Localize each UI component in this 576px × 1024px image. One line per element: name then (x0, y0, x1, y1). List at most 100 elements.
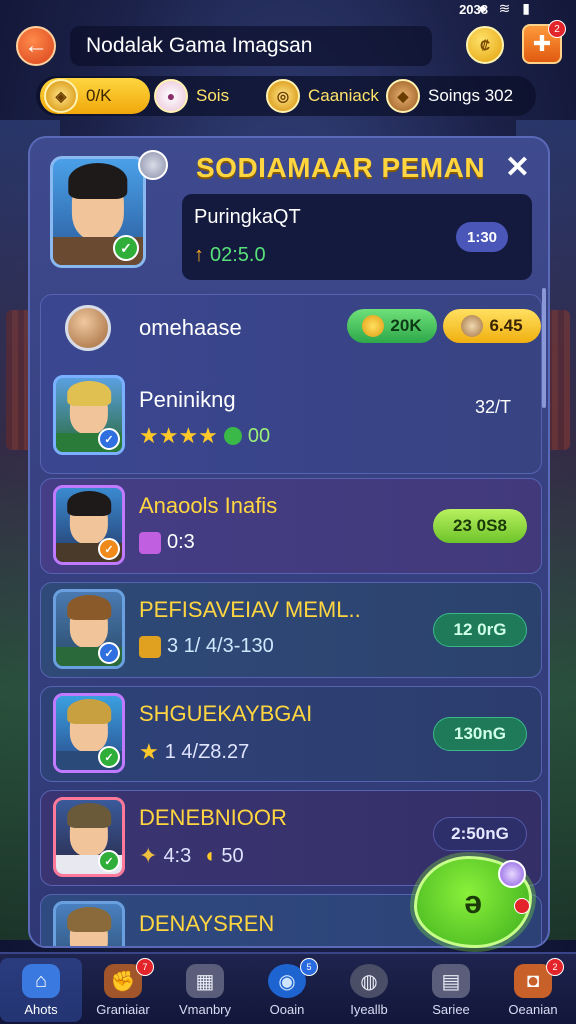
panel-title: SODIAMAAR PEMAN (196, 152, 486, 183)
nav-item-vmanbry[interactable]: ▦ Vmanbry (164, 958, 246, 1022)
coin-icon: ◈ (44, 79, 78, 113)
star-rating-icon: ★★★★ (139, 423, 218, 448)
back-arrow-icon: ← (24, 32, 48, 59)
status-bar: 2038 ● ≋ ▮ (0, 0, 576, 18)
player-stats: ★ 1 4/Z8.27 (139, 739, 249, 765)
verified-check-icon: ✓ (98, 642, 120, 664)
header: ← Nodalak Gama Imagsan ₡ ✚ 2 (0, 20, 576, 70)
status-icons: ● ≋ ▮ (478, 0, 534, 16)
player-sub-value: 3 1/ 4/3-130 (167, 635, 274, 657)
leaderboard-panel: ✓ SODIAMAAR PEMAN ✕ PuringkaQT ↑ 02:5.0 1… (28, 136, 550, 948)
player-avatar: ✓ (53, 693, 125, 773)
player-score-pill[interactable]: 12 0rG (433, 613, 527, 647)
nav-item-graniaiar[interactable]: ✊ 7 Graniaiar (82, 958, 164, 1022)
player-avatar[interactable]: ✓ (53, 375, 125, 455)
profile-stat-value: 02:5.0 (210, 244, 266, 266)
close-button[interactable]: ✕ (505, 150, 530, 185)
verified-check-icon: ✓ (98, 850, 120, 872)
list-header-label: omehaase (139, 315, 242, 340)
player-name: DENAYSREN (139, 911, 275, 936)
currency-label: Soings 302 (428, 86, 514, 105)
nav-item-ooain[interactable]: ◉ 5 Ooain (246, 958, 328, 1022)
nav-label: Ahots (24, 1002, 58, 1017)
gift-notification-badge: 2 (548, 20, 566, 38)
flame-icon: ◖ (203, 844, 216, 867)
player-avatar: ✓ (53, 797, 125, 877)
nav-label: Iyeallb (350, 1002, 388, 1017)
nav-label: Vmanbry (178, 1002, 232, 1017)
player-name: Peninikng (139, 387, 236, 412)
nav-label: Ooain (269, 1002, 305, 1017)
verified-check-icon: ✓ (98, 428, 120, 450)
nav-item-sariee[interactable]: ▤ Sariee (410, 958, 492, 1022)
home-icon: ⌂ (22, 964, 60, 998)
nav-badge: 2 (546, 958, 564, 976)
nav-label: Oeanian (508, 1002, 558, 1017)
nav-item-oeanian[interactable]: ◘ 2 Oeanian (492, 958, 574, 1022)
player-sub-value: 1 4/Z8.27 (164, 740, 250, 763)
page-title: Nodalak Gama Imagsan (70, 26, 432, 66)
nav-item-ahots[interactable]: ⌂ Ahots (0, 958, 82, 1022)
currency-item-okay[interactable]: ◈ 0/K (40, 78, 150, 114)
player-name: Anaools Inafis (139, 493, 278, 518)
profile-summary: PuringkaQT ↑ 02:5.0 1:30 (182, 194, 532, 280)
gold-star-icon: ✦ (139, 843, 158, 868)
profile-rank-pill[interactable]: 1:30 (456, 222, 508, 252)
coin-icon: ₡ (479, 37, 491, 53)
player-score-pill[interactable]: 23 0S8 (433, 509, 527, 543)
panel-scrollbar[interactable] (542, 288, 546, 408)
currency-item-soings[interactable]: ◆ Soings 302 (386, 78, 513, 114)
nav-item-iyeallb[interactable]: ◍ Iyeallb (328, 958, 410, 1022)
ball-icon: ◍ (350, 964, 388, 998)
profile-stat: ↑ 02:5.0 (194, 244, 266, 267)
gem-icon (139, 531, 161, 554)
currency-bar: ◈ 0/K ● Sois ◎ Caaniack ◆ Soings 302 (36, 76, 536, 116)
grid-icon: ▦ (186, 964, 224, 998)
player-score-pill[interactable]: 130nG (433, 717, 527, 751)
profile-avatar[interactable]: ✓ (50, 156, 146, 268)
currency-label: Sois (196, 86, 230, 105)
reward-pill-green[interactable]: 20K (347, 309, 437, 343)
bowl-icon (461, 315, 484, 337)
player-avatar: ✓ (53, 589, 125, 669)
notification-dot (514, 898, 530, 914)
reward-pill-yellow[interactable]: 6.45 (443, 309, 541, 343)
verified-check-icon: ✓ (98, 746, 120, 768)
gold-coin-icon: ◎ (266, 79, 300, 113)
player-sub-value: 4:3 (163, 844, 192, 867)
profile-name: PuringkaQT (194, 206, 301, 228)
gift-button[interactable]: ✚ 2 (522, 20, 566, 64)
coin-button[interactable]: ₡ (466, 26, 504, 64)
player-row[interactable]: ✓ SHGUEKAYBGAI ★ 1 4/Z8.27 130nG (40, 686, 542, 782)
player-row[interactable]: ✓ Anaools Inafis 0:3 23 0S8 (40, 478, 542, 574)
nav-label: Sariee (432, 1002, 470, 1017)
player-score: 32/T (474, 397, 511, 417)
player-stats: 3 1/ 4/3-130 (139, 635, 274, 658)
star-icon: ★ (139, 739, 159, 764)
player-sub-value: 00 (247, 424, 271, 447)
back-button[interactable]: ← (16, 26, 56, 66)
crate-icon (139, 635, 161, 658)
list-header-row: omehaase 20K 6.45 ✓ Peninikng ★★★★ 00 32… (40, 294, 542, 474)
nav-label: Graniaiar (96, 1002, 150, 1017)
currency-label: 0/K (86, 86, 112, 105)
player-score-pill[interactable]: 2:50nG (433, 817, 527, 851)
player-stats: ★★★★ 00 (139, 423, 270, 449)
gift-icon: ✚ (532, 31, 552, 56)
player-stats: 0:3 (139, 531, 195, 554)
currency-item-caaniack[interactable]: ◎ Caaniack (266, 78, 379, 114)
card-icon: ▤ (432, 964, 470, 998)
player-row[interactable]: ✓ PEFISAVEIAV MEML.. 3 1/ 4/3-130 12 0rG (40, 582, 542, 678)
bottom-navigation: ⌂ Ahots ✊ 7 Graniaiar ▦ Vmanbry ◉ 5 Ooai… (0, 952, 576, 1024)
player-sub-value: 0:3 (167, 531, 195, 553)
player-avatar: ✓ (53, 485, 125, 565)
player-name: DENEBNIOOR (139, 805, 287, 830)
player-name: PEFISAVEIAV MEML.. (139, 597, 361, 622)
mascot-icon: ● (154, 79, 188, 113)
potion-icon (498, 860, 526, 888)
currency-item-sois[interactable]: ● Sois (154, 78, 229, 114)
leaf-icon (223, 427, 242, 445)
bronze-coin-icon: ◆ (386, 79, 420, 113)
settings-gear-icon[interactable] (138, 150, 168, 180)
nav-badge: 5 (300, 958, 318, 976)
